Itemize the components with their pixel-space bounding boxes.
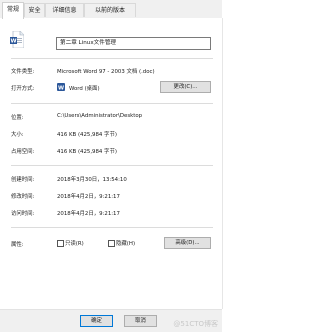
open-with-value: Word (桌面)	[69, 86, 100, 92]
readonly-checkbox[interactable]	[57, 240, 64, 247]
watermark: @51CTO博客	[173, 320, 218, 328]
file-name-input[interactable]: 第二章 Linux文件管理	[56, 37, 211, 50]
modified-label: 修改时间:	[11, 194, 35, 200]
change-button[interactable]: 更改(C)...	[160, 81, 211, 93]
word-app-icon: W	[57, 83, 65, 91]
accessed-value: 2018年4月2日，9:21:17	[57, 211, 120, 217]
tab-previous-versions[interactable]: 以前的版本	[84, 3, 136, 17]
svg-text:W: W	[58, 85, 64, 91]
tab-security[interactable]: 安全	[24, 3, 45, 17]
modified-value: 2018年4月2日，9:21:17	[57, 194, 120, 200]
open-with-label: 打开方式:	[11, 86, 35, 92]
created-label: 创建时间:	[11, 177, 35, 183]
tab-general[interactable]: 常规	[2, 2, 24, 19]
readonly-label: 只读(R)	[65, 241, 84, 247]
dialog-footer: 确定 取消 @51CTO博客	[0, 309, 222, 332]
size-on-disk-label: 占用空间:	[11, 149, 35, 155]
size-on-disk-value: 416 KB (425,984 字节)	[57, 149, 117, 155]
divider	[11, 227, 213, 228]
size-label: 大小:	[11, 132, 24, 138]
svg-text:W: W	[10, 39, 16, 45]
word-document-icon: W	[10, 31, 24, 48]
size-value: 416 KB (425,984 字节)	[57, 132, 117, 138]
divider	[11, 58, 213, 59]
attributes-label: 属性:	[11, 242, 24, 248]
hidden-checkbox[interactable]	[108, 240, 115, 247]
file-type-value: Microsoft Word 97 - 2003 文档 (.doc)	[57, 69, 155, 75]
tab-details[interactable]: 详细信息	[45, 3, 84, 17]
location-label: 位置:	[11, 115, 24, 121]
ok-button[interactable]: 确定	[80, 315, 113, 327]
created-value: 2018年3月30日，13:54:10	[57, 177, 127, 183]
cancel-button[interactable]: 取消	[124, 315, 157, 327]
file-type-label: 文件类型:	[11, 69, 35, 75]
accessed-label: 访问时间:	[11, 211, 35, 217]
divider	[11, 103, 213, 104]
general-panel: W 第二章 Linux文件管理 文件类型: Microsoft Word 97 …	[0, 18, 223, 309]
advanced-button[interactable]: 高级(D)...	[164, 237, 211, 249]
tab-strip: 常规 安全 详细信息 以前的版本	[0, 0, 222, 19]
hidden-label: 隐藏(H)	[116, 241, 136, 247]
location-value: C:\Users\Administrator\Desktop	[57, 113, 143, 119]
divider	[11, 165, 213, 166]
